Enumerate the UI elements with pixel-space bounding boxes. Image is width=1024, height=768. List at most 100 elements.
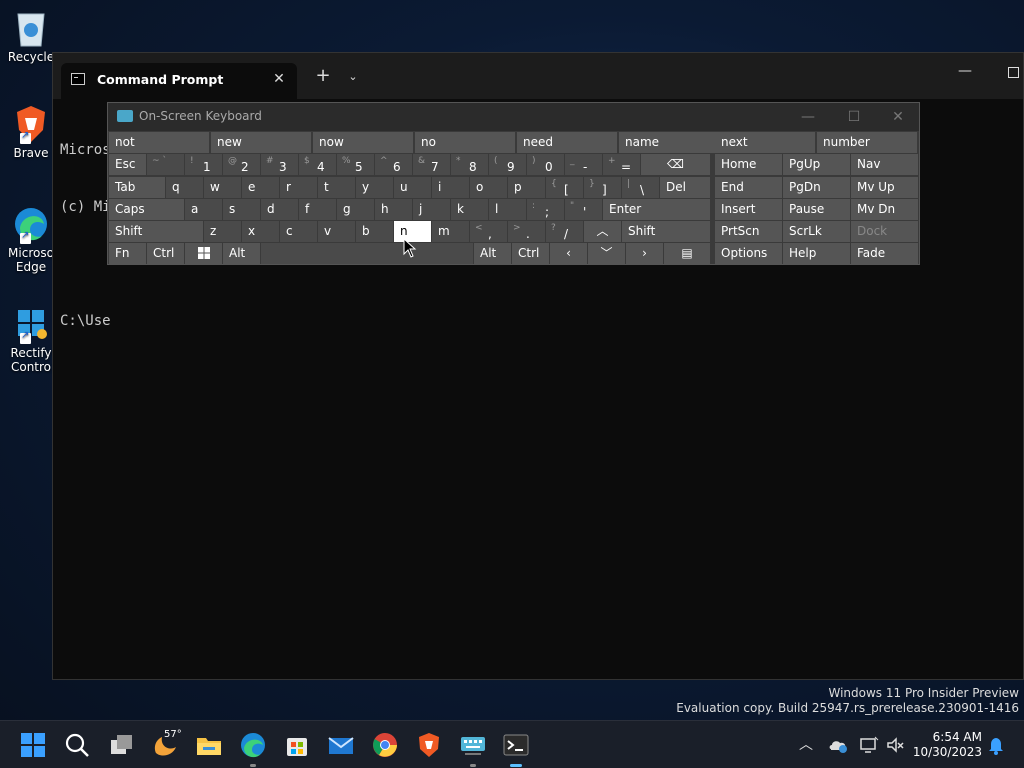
key-row1-7[interactable]: & 7	[413, 154, 450, 175]
key-shift-right[interactable]: Shift	[622, 221, 710, 242]
key-row1-6[interactable]: ^ 6	[375, 154, 412, 175]
prediction-4[interactable]: need	[517, 132, 617, 153]
tray-overflow-chevron-icon[interactable]: ︿	[796, 735, 816, 755]
prediction-2[interactable]: now	[313, 132, 413, 153]
key-tab[interactable]: Tab	[109, 177, 165, 198]
key-f[interactable]: f	[299, 199, 336, 220]
key-q[interactable]: q	[166, 177, 203, 198]
key-y[interactable]: y	[356, 177, 393, 198]
key-row1-12[interactable]: + =	[603, 154, 640, 175]
key-enter[interactable]: Enter	[603, 199, 710, 220]
minimize-button[interactable]: —	[953, 63, 977, 85]
volume-muted-icon[interactable]	[885, 735, 905, 755]
tab-dropdown-button[interactable]: ⌄	[343, 67, 363, 87]
key-row1-11[interactable]: _ -	[565, 154, 602, 175]
task-view-button[interactable]	[108, 731, 136, 759]
key-row2-sym-2[interactable]: | \	[622, 177, 659, 198]
nav-key-2-0[interactable]: Insert	[715, 199, 782, 220]
key-down-arrow[interactable]: ﹀	[588, 243, 625, 264]
nav-key-4-1[interactable]: Help	[783, 243, 850, 264]
desktop-icon-rectify[interactable]: Rectify Contro	[6, 304, 56, 374]
key-o[interactable]: o	[470, 177, 507, 198]
taskbar-edge[interactable]	[239, 731, 267, 767]
tab-command-prompt[interactable]: Command Prompt ✕	[61, 63, 297, 99]
key-a[interactable]: a	[185, 199, 222, 220]
console-output[interactable]: Micros (c) Mi C:\Use	[60, 103, 111, 369]
nav-key-2-1[interactable]: Pause	[783, 199, 850, 220]
key-w[interactable]: w	[204, 177, 241, 198]
key-row2-sym-1[interactable]: }]	[584, 177, 621, 198]
new-tab-button[interactable]: +	[313, 67, 333, 87]
key-alt-left[interactable]: Alt	[223, 243, 260, 264]
key-up-arrow[interactable]: ︿	[584, 221, 621, 242]
key-row1-3[interactable]: #3	[261, 154, 298, 175]
nav-key-4-2[interactable]: Fade	[851, 243, 918, 264]
taskbar-chrome[interactable]	[371, 731, 399, 759]
key-row1-8[interactable]: * 8	[451, 154, 488, 175]
on-screen-keyboard-window[interactable]: On-Screen Keyboard — ☐ ✕ not new now no need…	[107, 102, 920, 265]
key-row3-sym-1[interactable]: " '	[565, 199, 602, 220]
key-row4-sym-2[interactable]: ? /	[546, 221, 583, 242]
system-clock[interactable]: 6:54 AM 10/30/2023	[913, 730, 982, 760]
key-esc[interactable]: Esc	[109, 154, 146, 175]
key-e[interactable]: e	[242, 177, 279, 198]
nav-key-1-1[interactable]: PgDn	[783, 177, 850, 198]
prediction-5[interactable]: name	[619, 132, 719, 153]
key-c[interactable]: c	[280, 221, 317, 242]
taskbar-terminal[interactable]	[502, 731, 530, 767]
nav-key-3-1[interactable]: ScrLk	[783, 221, 850, 242]
key-v[interactable]: v	[318, 221, 355, 242]
taskbar-file-explorer[interactable]	[195, 731, 223, 759]
nav-key-3-2[interactable]: Dock	[851, 221, 918, 242]
onedrive-icon[interactable]	[828, 735, 848, 755]
key-l[interactable]: l	[489, 199, 526, 220]
key-row4-sym-1[interactable]: >.	[508, 221, 545, 242]
nav-key-4-0[interactable]: Options	[715, 243, 782, 264]
key-ctrl-right[interactable]: Ctrl	[512, 243, 549, 264]
key-windows[interactable]	[185, 243, 222, 264]
nav-key-1-0[interactable]: End	[715, 177, 782, 198]
desktop-icon-edge[interactable]: Microso Edge	[6, 204, 56, 274]
nav-key-2-2[interactable]: Mv Dn	[851, 199, 918, 220]
key-right-arrow[interactable]: ›	[626, 243, 663, 264]
key-row1-1[interactable]: ! 1	[185, 154, 222, 175]
key-h[interactable]: h	[375, 199, 412, 220]
key-fn[interactable]: Fn	[109, 243, 146, 264]
nav-key-3-0[interactable]: PrtScn	[715, 221, 782, 242]
key-menu[interactable]: ▤	[664, 243, 710, 264]
taskbar-brave[interactable]	[415, 731, 443, 759]
prediction-6[interactable]: next	[715, 132, 815, 153]
prediction-3[interactable]: no	[415, 132, 515, 153]
key-row2-sym-0[interactable]: {[	[546, 177, 583, 198]
key-g[interactable]: g	[337, 199, 374, 220]
key-z[interactable]: z	[204, 221, 241, 242]
key-x[interactable]: x	[242, 221, 279, 242]
key-row1-10[interactable]: ) 0	[527, 154, 564, 175]
start-button[interactable]	[19, 731, 47, 759]
key-space[interactable]	[261, 243, 473, 264]
tab-close-button[interactable]: ✕	[269, 69, 289, 89]
taskbar-mail[interactable]	[327, 731, 355, 759]
nav-key-0-0[interactable]: Home	[715, 154, 782, 175]
key-row1-5[interactable]: % 5	[337, 154, 374, 175]
key-d[interactable]: d	[261, 199, 298, 220]
key-row1-0[interactable]: ~ `	[147, 154, 184, 175]
key-row4-sym-0[interactable]: <,	[470, 221, 507, 242]
key-p[interactable]: p	[508, 177, 545, 198]
key-del[interactable]: Del	[660, 177, 710, 198]
nav-key-0-1[interactable]: PgUp	[783, 154, 850, 175]
key-backspace[interactable]: ⌫	[641, 154, 710, 175]
maximize-button[interactable]	[1008, 67, 1019, 78]
key-t[interactable]: t	[318, 177, 355, 198]
taskbar-on-screen-keyboard[interactable]	[459, 731, 487, 767]
key-left-arrow[interactable]: ‹	[550, 243, 587, 264]
network-icon[interactable]	[859, 735, 879, 755]
key-u[interactable]: u	[394, 177, 431, 198]
key-alt-right[interactable]: Alt	[474, 243, 511, 264]
prediction-0[interactable]: not	[109, 132, 209, 153]
key-b[interactable]: b	[356, 221, 393, 242]
key-row3-sym-0[interactable]: :;	[527, 199, 564, 220]
key-k[interactable]: k	[451, 199, 488, 220]
desktop-icon-brave[interactable]: Brave	[6, 104, 56, 160]
key-caps[interactable]: Caps	[109, 199, 184, 220]
